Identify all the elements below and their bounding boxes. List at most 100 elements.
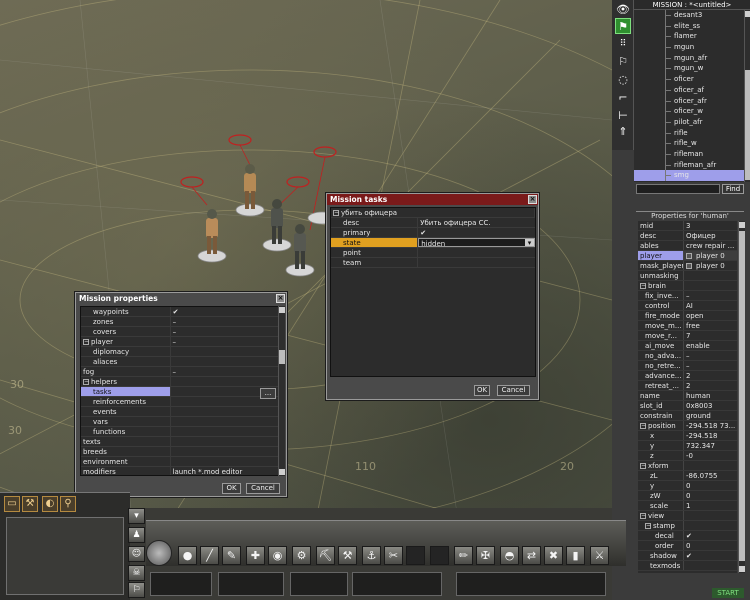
inventory-slot[interactable] bbox=[290, 572, 348, 596]
scroll-up-icon[interactable] bbox=[739, 222, 745, 228]
collapse-icon[interactable]: − bbox=[640, 423, 646, 429]
circle-icon[interactable]: ◌ bbox=[615, 72, 631, 88]
property-row[interactable]: functions bbox=[81, 427, 278, 437]
unit-list-item[interactable]: desant3 bbox=[634, 10, 744, 21]
scroll-up-icon[interactable] bbox=[745, 11, 750, 17]
property-grid-row[interactable]: z -0 bbox=[638, 451, 737, 461]
property-grid-row[interactable]: shadow ✔ bbox=[638, 551, 737, 561]
eye-action-icon[interactable]: ◉ bbox=[268, 546, 287, 565]
toggle-panel-icon[interactable]: ▾ bbox=[128, 508, 145, 524]
unit-list-item[interactable]: oficer bbox=[634, 74, 744, 85]
collapse-icon[interactable]: − bbox=[333, 210, 339, 216]
scroll-up-icon[interactable] bbox=[279, 307, 285, 313]
inventory-slot[interactable] bbox=[150, 572, 212, 596]
property-grid-row[interactable]: texmods bbox=[638, 561, 737, 571]
scroll-down-icon[interactable] bbox=[279, 469, 285, 475]
compass-dial-icon[interactable] bbox=[146, 540, 172, 566]
property-row[interactable]: breeds bbox=[81, 447, 278, 457]
find-button[interactable]: Find bbox=[722, 184, 744, 194]
unit-list-item[interactable]: oficer_w bbox=[634, 106, 744, 117]
property-row[interactable]: diplomacy bbox=[81, 347, 278, 357]
tasks-edit-button[interactable]: ... bbox=[260, 388, 276, 399]
property-grid-row[interactable]: fix_inve... – bbox=[638, 291, 737, 301]
eye-icon[interactable]: 👁 bbox=[615, 2, 631, 18]
unit-list-item[interactable]: mgun_afr bbox=[634, 52, 744, 64]
property-row[interactable]: − player – bbox=[81, 337, 278, 347]
property-row[interactable]: waypoints ✔ bbox=[81, 307, 278, 317]
waypoint-icon[interactable]: ⚐ bbox=[615, 54, 631, 70]
property-grid-row[interactable]: order 0 bbox=[638, 541, 737, 551]
collapse-icon[interactable]: − bbox=[83, 339, 89, 345]
property-grid-row[interactable]: decal ✔ bbox=[638, 531, 737, 541]
compass-icon[interactable]: ◐ bbox=[42, 496, 58, 512]
property-grid-row[interactable]: desc Офицер bbox=[638, 231, 737, 241]
unit-list-scrollbar[interactable] bbox=[744, 10, 750, 182]
gear-icon[interactable]: ⚙ bbox=[292, 546, 311, 565]
cancel-button[interactable]: Cancel bbox=[246, 483, 280, 494]
property-row[interactable]: events bbox=[81, 407, 278, 417]
collapse-icon[interactable]: − bbox=[640, 463, 646, 469]
close-icon[interactable]: × bbox=[276, 294, 285, 303]
scroll-thumb[interactable] bbox=[745, 70, 750, 180]
task-row[interactable]: point bbox=[331, 248, 535, 258]
property-grid-row[interactable]: x -294.518 bbox=[638, 431, 737, 441]
anchor-icon[interactable]: ⚓ bbox=[362, 546, 381, 565]
property-grid-row[interactable]: slot_id 0x8003 bbox=[638, 401, 737, 411]
scroll-thumb[interactable] bbox=[739, 231, 745, 561]
pencil-icon[interactable]: ✏ bbox=[454, 546, 473, 565]
property-row[interactable]: texts bbox=[81, 437, 278, 447]
property-grid-row[interactable]: − xform bbox=[638, 461, 737, 471]
checkbox-icon[interactable] bbox=[686, 253, 692, 259]
flag-icon[interactable]: ⚑ bbox=[615, 18, 631, 34]
task-row[interactable]: team bbox=[331, 258, 535, 268]
property-grid-row[interactable]: move_m... free bbox=[638, 321, 737, 331]
scroll-thumb[interactable] bbox=[279, 350, 285, 364]
arrow-up-icon[interactable]: ⇑ bbox=[615, 124, 631, 140]
unit-list-item[interactable]: oficer_af bbox=[634, 84, 744, 96]
property-grid-row[interactable]: control AI bbox=[638, 301, 737, 311]
unit-list-item[interactable]: rifle bbox=[634, 127, 744, 139]
pen-icon[interactable]: ✎ bbox=[222, 546, 241, 565]
property-row[interactable]: reinforcements bbox=[81, 397, 278, 407]
knife-icon[interactable]: ╱ bbox=[200, 546, 219, 565]
team-icon[interactable]: ⚐ bbox=[128, 582, 145, 598]
tree-icon[interactable]: ⊢ bbox=[615, 108, 631, 124]
wrench-action-icon[interactable]: ✖ bbox=[544, 546, 563, 565]
property-row[interactable]: aliaces bbox=[81, 357, 278, 367]
property-grid-row[interactable]: ai_move enable bbox=[638, 341, 737, 351]
ok-button[interactable]: OK bbox=[222, 483, 241, 494]
inventory-slot[interactable] bbox=[218, 572, 284, 596]
step-icon[interactable]: ⌐ bbox=[615, 90, 631, 106]
property-grid-row[interactable]: unmasking bbox=[638, 271, 737, 281]
property-grid-row[interactable]: player player 0 bbox=[638, 251, 737, 261]
property-grid-row[interactable]: − stamp bbox=[638, 521, 737, 531]
property-grid-row[interactable]: no_adva... – bbox=[638, 351, 737, 361]
unit-list-item[interactable]: elite_ss bbox=[634, 20, 744, 32]
unit-list-item[interactable]: rifleman bbox=[634, 148, 744, 160]
sword-icon[interactable]: ⚔ bbox=[590, 546, 609, 565]
property-grid-row[interactable]: − view bbox=[638, 511, 737, 521]
property-row[interactable]: − helpers bbox=[81, 377, 278, 387]
cross-icon[interactable]: ✠ bbox=[476, 546, 495, 565]
group-icon[interactable]: ♟ bbox=[128, 527, 145, 543]
collapse-icon[interactable]: − bbox=[645, 523, 651, 529]
scroll-down-icon[interactable] bbox=[739, 566, 745, 572]
property-row[interactable]: zones – bbox=[81, 317, 278, 327]
mission-tasks-titlebar[interactable]: Mission tasks × bbox=[327, 194, 538, 205]
properties-scrollbar[interactable] bbox=[738, 221, 745, 573]
skull-icon[interactable]: ☠ bbox=[128, 565, 145, 581]
empty-slot-icon[interactable] bbox=[430, 546, 449, 565]
property-grid-row[interactable]: y 732.347 bbox=[638, 441, 737, 451]
checkbox-icon[interactable] bbox=[686, 263, 692, 269]
unit-list-item[interactable]: rifle_w bbox=[634, 138, 744, 149]
view-icon[interactable]: ▭ bbox=[4, 496, 20, 512]
property-grid-row[interactable]: no_retre... – bbox=[638, 361, 737, 371]
unit-list-item[interactable]: mgun_w bbox=[634, 63, 744, 75]
properties-grid[interactable]: mid 3 desc Офицер ables crew repair ... player… bbox=[638, 221, 737, 573]
collapse-icon[interactable]: − bbox=[640, 283, 646, 289]
property-grid-row[interactable]: mask_player player 0 bbox=[638, 261, 737, 271]
collapse-icon[interactable]: − bbox=[83, 379, 89, 385]
mission-properties-titlebar[interactable]: Mission properties × bbox=[76, 293, 286, 304]
property-row[interactable]: covers – bbox=[81, 327, 278, 337]
property-grid-row[interactable]: − brain bbox=[638, 281, 737, 291]
